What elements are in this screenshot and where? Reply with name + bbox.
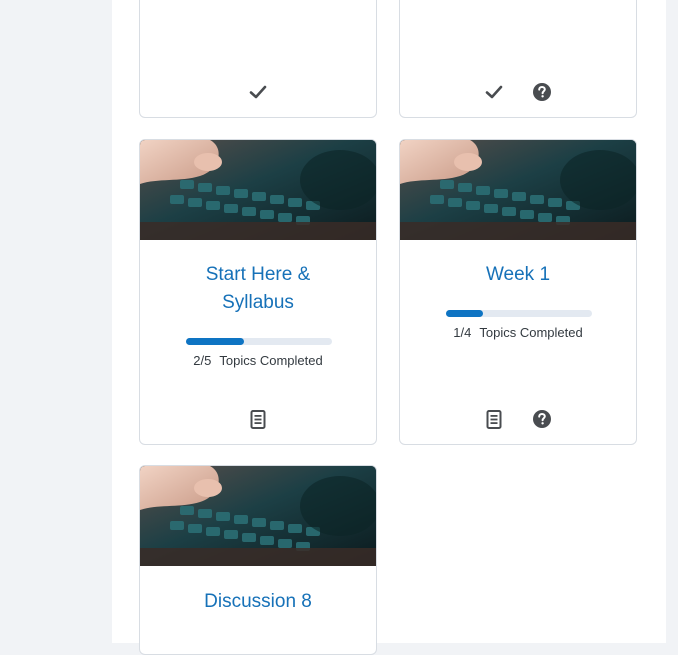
card-title-link[interactable]: Week 1 — [400, 261, 636, 289]
progress-status: 1/4 Topics Completed — [400, 325, 636, 340]
help-circle-icon[interactable] — [531, 408, 553, 430]
card-image-keyboard — [400, 140, 636, 240]
progress-bar-fill — [186, 338, 245, 345]
scroll-rail — [666, 0, 678, 643]
progress-status: 2/5 Topics Completed — [140, 353, 376, 368]
progress-bar — [446, 310, 592, 317]
progress-bar — [186, 338, 332, 345]
card-image-keyboard — [140, 140, 376, 240]
progress-count: 1/4 — [453, 325, 472, 340]
document-icon — [483, 408, 505, 430]
card-status-icons — [140, 407, 376, 431]
progress-label: Topics Completed — [479, 325, 583, 340]
help-circle-icon[interactable] — [531, 81, 553, 103]
progress-bar-fill — [446, 310, 483, 317]
document-icon — [247, 408, 269, 430]
card-title-link[interactable]: Discussion 8 — [140, 588, 376, 616]
module-card[interactable] — [399, 0, 637, 118]
card-status-icons — [400, 80, 636, 104]
card-status-icons — [400, 407, 636, 431]
checkmark-icon — [247, 81, 269, 103]
progress-label: Topics Completed — [219, 353, 323, 368]
module-card[interactable] — [139, 0, 377, 118]
checkmark-icon — [483, 81, 505, 103]
module-card-week-1[interactable]: Week 1 1/4 Topics Completed — [399, 139, 637, 445]
card-image-keyboard — [140, 466, 376, 566]
module-card-start-here[interactable]: Start Here & Syllabus 2/5 Topics Complete… — [139, 139, 377, 445]
module-card-discussion-8[interactable]: Discussion 8 — [139, 465, 377, 655]
progress-count: 2/5 — [193, 353, 212, 368]
card-status-icons — [140, 80, 376, 104]
card-title-link[interactable]: Start Here & Syllabus — [140, 261, 376, 317]
